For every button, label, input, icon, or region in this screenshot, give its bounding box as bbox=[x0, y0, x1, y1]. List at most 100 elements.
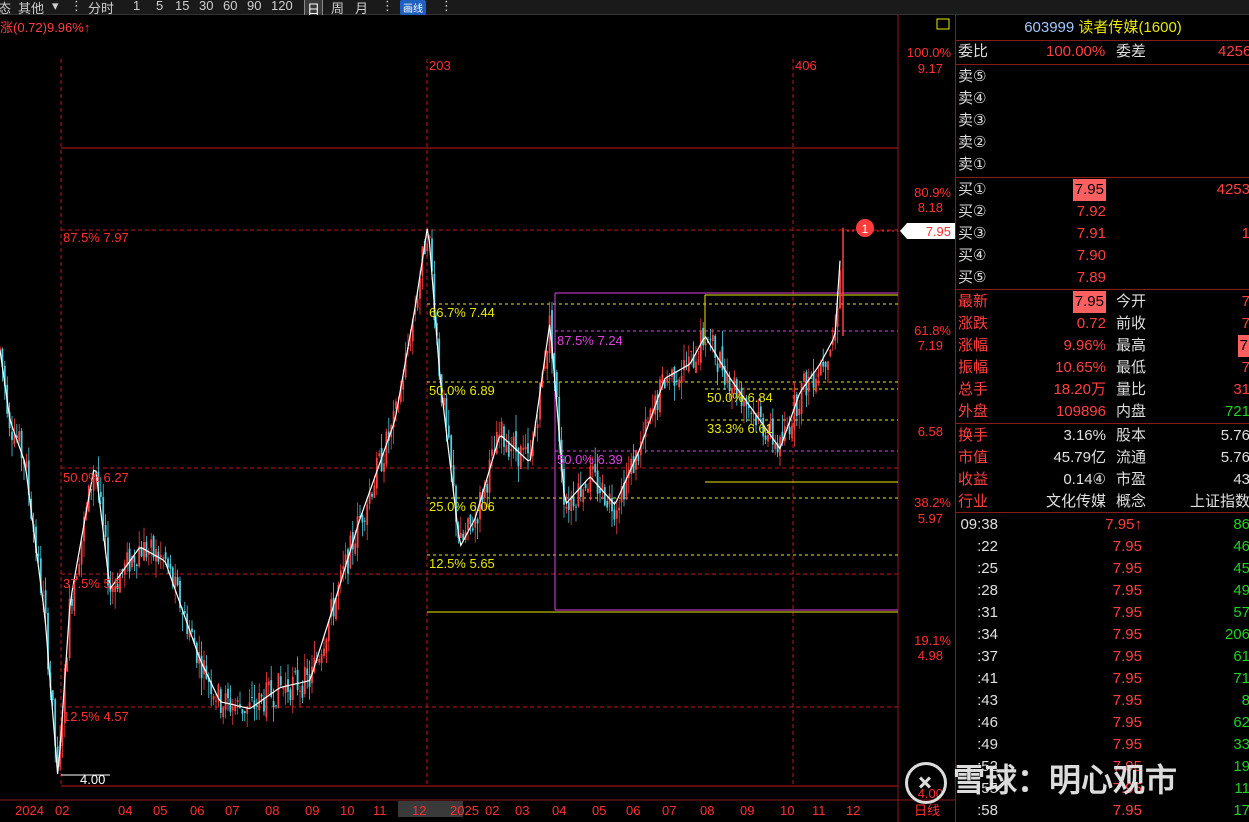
tick-time: :31 bbox=[977, 604, 998, 621]
sell-label: 卖⑤ bbox=[958, 68, 987, 85]
candle-body bbox=[471, 528, 474, 531]
fib-label: 37.5% 5.5 bbox=[63, 576, 122, 591]
candle-body bbox=[212, 696, 215, 700]
x-tick-label: 04 bbox=[552, 803, 566, 818]
candle-body bbox=[603, 487, 606, 506]
stat-label: 总手 bbox=[958, 381, 989, 398]
tick-price: 7.95 bbox=[1112, 670, 1142, 687]
tick-volume: 11 bbox=[1234, 780, 1249, 797]
period-15[interactable]: 15 bbox=[175, 0, 189, 13]
candle-body bbox=[486, 484, 489, 493]
info-value-2: 上证指数 bbox=[1189, 493, 1249, 510]
candle-body bbox=[822, 362, 825, 367]
candle-body bbox=[759, 406, 762, 418]
current-price-tag-label: 7.95 bbox=[926, 224, 951, 239]
candle-body bbox=[164, 552, 167, 560]
candle-body bbox=[469, 514, 472, 525]
tick-row: :37 7.95 61 bbox=[956, 646, 1249, 668]
tick-time: :49 bbox=[977, 736, 998, 753]
candle-body bbox=[546, 350, 549, 369]
x-tick-label: 12 bbox=[412, 803, 426, 818]
candle-body bbox=[301, 685, 304, 698]
tick-price: 7.95 bbox=[1112, 736, 1142, 753]
candle-body bbox=[150, 539, 153, 548]
tick-row: :22 7.95 46 bbox=[956, 536, 1249, 558]
candle-body bbox=[565, 506, 568, 509]
info-row: 行业 文化传媒 概念 上证指数 bbox=[956, 491, 1249, 513]
candle-body bbox=[683, 359, 685, 371]
info-row: 收益 0.14④ 市盈 43 bbox=[956, 469, 1249, 491]
info-row: 换手 3.16% 股本 5.76 bbox=[956, 425, 1249, 447]
kline-chart[interactable]: 涨(0.72)9.96%↑ 203 406 87.5% 7.97 50.0% 6… bbox=[0, 15, 955, 822]
tick-time: :28 bbox=[977, 582, 998, 599]
x-tick-label: 08 bbox=[265, 803, 279, 818]
stat-value: 10.65% bbox=[1055, 359, 1106, 376]
candle-body bbox=[227, 688, 229, 699]
tick-price: 7.95 bbox=[1112, 626, 1142, 643]
tick-volume: 57 bbox=[1233, 604, 1249, 621]
period-120[interactable]: 120 bbox=[271, 0, 293, 13]
period-1[interactable]: 1 bbox=[133, 0, 140, 13]
axis-price: 8.18 bbox=[918, 200, 943, 215]
webi-row: 委比 100.00% 委差 4256 bbox=[956, 41, 1249, 63]
candle-body bbox=[231, 706, 234, 711]
tick-time: :46 bbox=[977, 714, 998, 731]
candle-body bbox=[716, 363, 719, 372]
sell-label: 卖② bbox=[958, 134, 987, 151]
candle-body bbox=[159, 554, 162, 558]
candle-body bbox=[215, 700, 217, 702]
candle-body bbox=[282, 687, 285, 689]
tick-volume: 49 bbox=[1233, 582, 1249, 599]
candle-body bbox=[133, 556, 136, 563]
buy-label: 买⑤ bbox=[958, 269, 987, 286]
sell-row: 卖① bbox=[956, 154, 1249, 176]
draw-line-button[interactable]: 画线 bbox=[400, 0, 426, 15]
candle-body bbox=[690, 350, 693, 352]
candle-body bbox=[711, 335, 714, 341]
candle-body bbox=[445, 397, 448, 426]
more-icon[interactable]: ⋮ bbox=[381, 0, 394, 14]
candle-body bbox=[671, 369, 673, 377]
period-30[interactable]: 30 bbox=[199, 0, 213, 13]
candle-body bbox=[44, 590, 47, 614]
tick-price: 7.95 bbox=[1112, 582, 1142, 599]
candle-body bbox=[241, 708, 244, 714]
candle-body bbox=[291, 676, 294, 701]
buy-price: 7.91 bbox=[1076, 225, 1106, 242]
candle-body bbox=[764, 435, 767, 440]
chevron-down-icon[interactable]: ▾ bbox=[52, 0, 59, 14]
candle-body bbox=[363, 520, 366, 522]
sell-label: 卖① bbox=[958, 156, 987, 173]
candle-body bbox=[356, 516, 359, 548]
axis-price: 4.98 bbox=[918, 648, 943, 663]
x-tick-label: 08 bbox=[700, 803, 714, 818]
candle-body bbox=[695, 361, 697, 373]
fib-label: 12.5% 4.57 bbox=[63, 709, 129, 724]
candle-body bbox=[279, 676, 282, 686]
more-icon[interactable]: ⋮ bbox=[70, 0, 83, 14]
tick-time: :25 bbox=[977, 560, 998, 577]
period-90[interactable]: 90 bbox=[247, 0, 261, 13]
stat-label-2: 内盘 bbox=[1116, 403, 1147, 420]
candle-body bbox=[11, 431, 13, 440]
candle-body bbox=[260, 694, 263, 697]
period-60[interactable]: 60 bbox=[223, 0, 237, 13]
candle-body bbox=[402, 380, 405, 390]
buy-row: 买④ 7.90 bbox=[956, 245, 1249, 267]
candle-body bbox=[378, 453, 381, 457]
tick-time: :41 bbox=[977, 670, 998, 687]
tick-time: :43 bbox=[977, 692, 998, 709]
candle-body bbox=[325, 639, 328, 654]
candle-body bbox=[827, 361, 829, 370]
more-icon[interactable]: ⋮ bbox=[440, 0, 453, 14]
quote-panel: 603999 读者传媒(1600) 委比 100.00% 委差 4256 卖⑤ 卖… bbox=[955, 15, 1249, 822]
axis-price: 9.17 bbox=[918, 61, 943, 76]
candle-body bbox=[618, 507, 621, 511]
candle-body bbox=[491, 449, 493, 456]
x-tick-label: 11 bbox=[812, 803, 826, 818]
tick-row: 09:38 7.95↑ 86 bbox=[956, 514, 1249, 536]
low-price-label: 4.00 bbox=[80, 772, 105, 787]
info-label: 行业 bbox=[958, 493, 989, 510]
candle-body bbox=[18, 431, 21, 442]
period-5[interactable]: 5 bbox=[156, 0, 163, 13]
